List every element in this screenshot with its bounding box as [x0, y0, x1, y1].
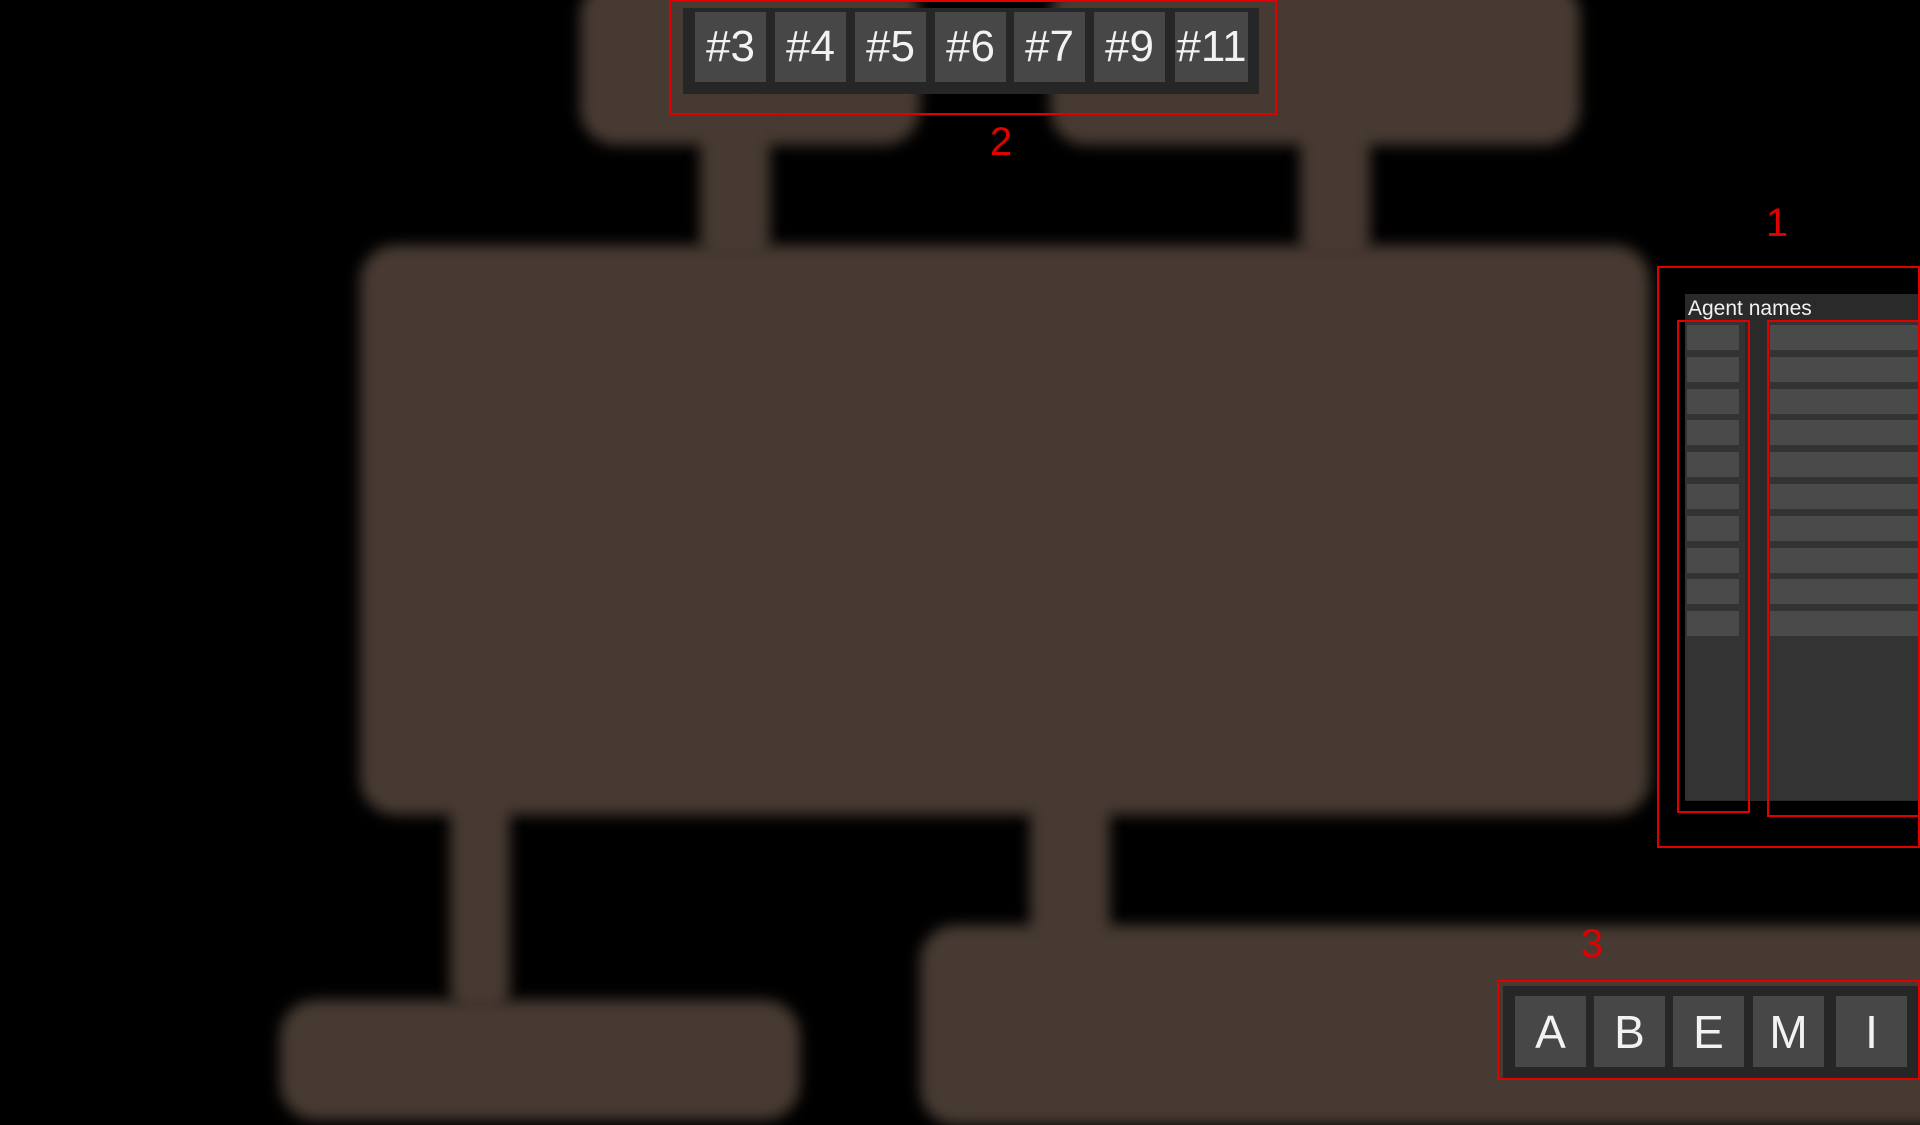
annotation-label-2: 2 [989, 120, 1013, 164]
annotation-box-letter-bar [1497, 980, 1920, 1080]
annotation-box-agent-id-column [1677, 320, 1750, 813]
map-corridor [1300, 110, 1370, 260]
annotation-label-1: 1 [1765, 201, 1789, 245]
map-corridor [700, 110, 770, 260]
annotation-label-3: 3 [1580, 922, 1604, 966]
map-room [280, 1000, 800, 1120]
annotation-box-toolbar [669, 0, 1277, 115]
map-corridor [450, 790, 510, 1010]
annotation-box-agent-name-column [1767, 320, 1920, 817]
map-room [360, 245, 1650, 815]
